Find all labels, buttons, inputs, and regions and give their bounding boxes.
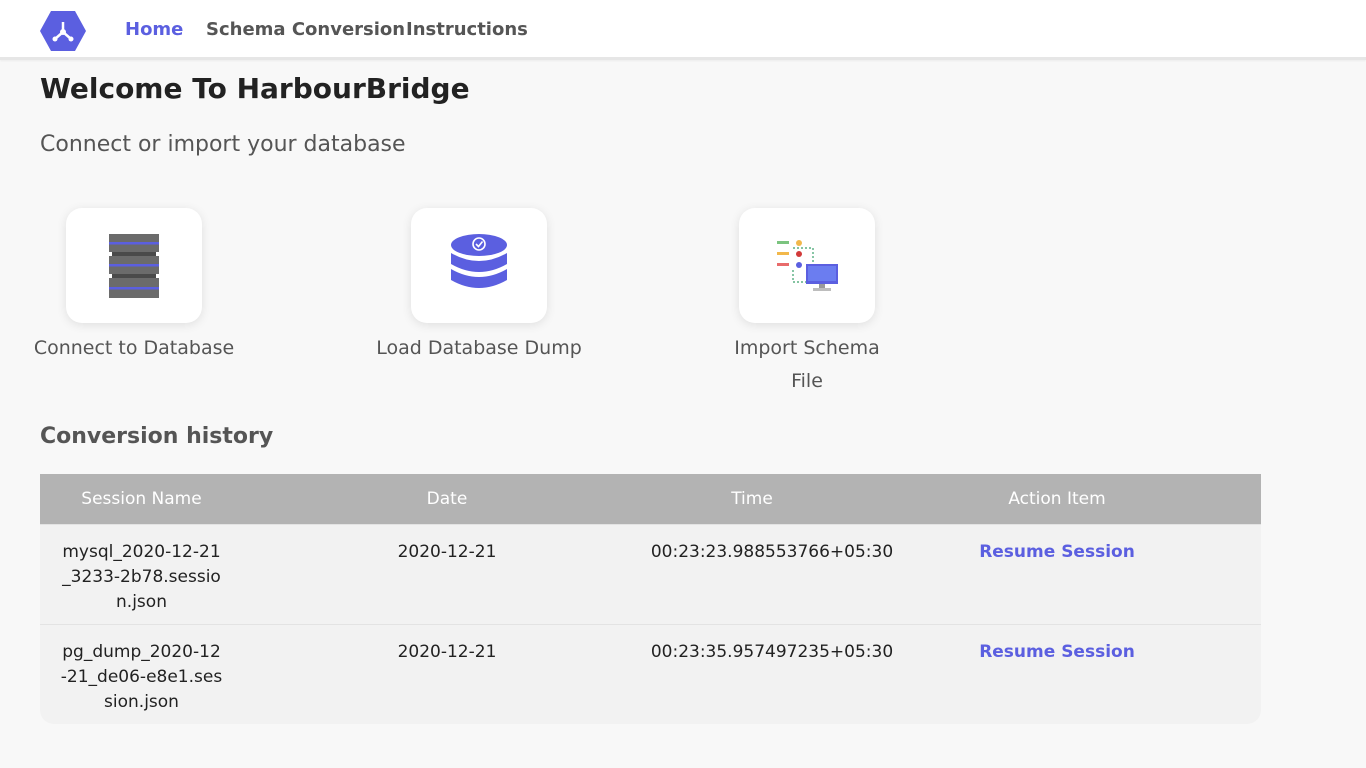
harbourbridge-logo-icon[interactable] — [40, 10, 86, 52]
nav-schema-conversion-link[interactable]: Schema Conversion — [206, 19, 405, 40]
table-header: Session Name Date Time Action Item — [40, 474, 1261, 524]
schema-import-monitor-icon — [777, 240, 838, 291]
page-subtitle: Connect or import your database — [40, 132, 406, 157]
server-stack-icon — [109, 234, 159, 298]
table-row: pg_dump_2020-12-21_de06-e8e1.session.jso… — [40, 624, 1261, 724]
page-title: Welcome To HarbourBridge — [40, 72, 470, 105]
top-navbar: Home Schema Conversion Instructions — [0, 0, 1366, 60]
load-database-dump-label[interactable]: Load Database Dump — [369, 332, 589, 365]
column-header-action-item: Action Item — [1008, 489, 1106, 509]
column-header-date: Date — [426, 489, 468, 509]
time-cell: 00:23:23.988553766+05:30 — [650, 542, 894, 562]
nav-instructions-link[interactable]: Instructions — [406, 19, 528, 40]
session-name-cell: mysql_2020-12-21_3233-2b78.session.json — [62, 542, 221, 612]
import-schema-file-card[interactable] — [739, 208, 875, 323]
connect-database-label[interactable]: Connect to Database — [24, 332, 244, 365]
session-name-cell: pg_dump_2020-12-21_de06-e8e1.session.jso… — [60, 642, 223, 712]
column-header-session-name: Session Name — [81, 489, 202, 509]
nav-home-link[interactable]: Home — [125, 19, 183, 40]
database-check-icon — [451, 234, 507, 288]
connect-database-card[interactable] — [66, 208, 202, 323]
table-row: mysql_2020-12-21_3233-2b78.session.json … — [40, 524, 1261, 624]
conversion-history-table: Session Name Date Time Action Item mysql… — [40, 474, 1261, 724]
conversion-history-title: Conversion history — [40, 424, 274, 449]
import-schema-file-label[interactable]: Import Schema File — [727, 332, 887, 398]
column-header-time: Time — [731, 489, 773, 509]
resume-session-link[interactable]: Resume Session — [955, 540, 1159, 565]
time-cell: 00:23:35.957497235+05:30 — [650, 642, 894, 662]
load-database-dump-card[interactable] — [411, 208, 547, 323]
date-cell: 2020-12-21 — [397, 542, 497, 562]
resume-session-link[interactable]: Resume Session — [955, 640, 1159, 665]
date-cell: 2020-12-21 — [397, 642, 497, 662]
